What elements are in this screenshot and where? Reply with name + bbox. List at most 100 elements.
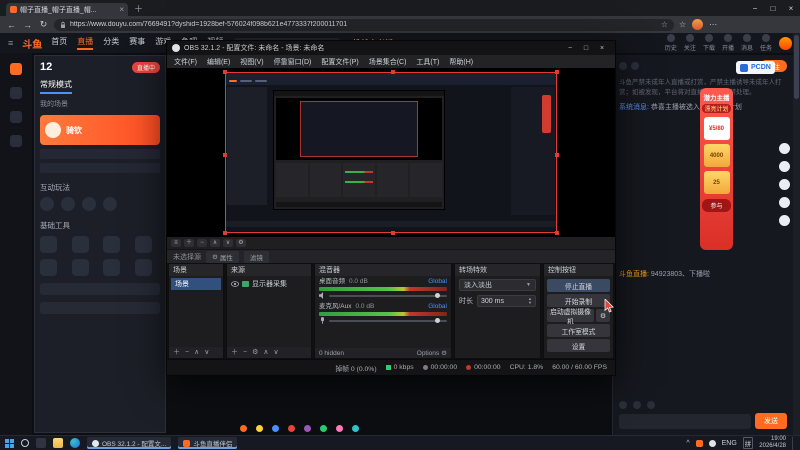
menu-docks[interactable]: 停靠窗口(D) [274,57,312,67]
float-icon[interactable] [779,161,790,172]
browser-menu-icon[interactable]: ⋯ [709,20,717,29]
banner-action-button[interactable]: 参与 [702,199,731,212]
browser-tab[interactable]: 帽子直播_帽子直播_帽... × [6,3,128,16]
menu-profile[interactable]: 配置文件(P) [321,57,358,67]
taskbar-douyu-button[interactable]: 斗鱼直播伴侣 [178,437,238,449]
task-button[interactable]: 任务 [760,34,772,52]
nav-live[interactable]: 直播 [77,36,94,50]
menu-view[interactable]: 视图(V) [240,57,263,67]
mixer-dock-title[interactable]: 混音器 [315,264,451,276]
rail-icon[interactable] [10,87,22,99]
tool-icon[interactable] [103,236,120,253]
tray-douyu-icon[interactable] [695,439,703,447]
send-button[interactable]: 发送 [755,413,787,429]
settings-button[interactable]: 设置 [547,339,610,352]
rail-icon[interactable] [10,111,22,123]
menu-file[interactable]: 文件(F) [174,57,197,67]
tray-obs-icon[interactable] [708,439,716,447]
list-item[interactable] [40,163,160,173]
selection-handle[interactable] [391,231,395,235]
bookmark-star-icon[interactable]: ☆ [661,20,668,29]
scene-down-icon[interactable]: ∨ [204,349,209,356]
float-icon[interactable] [779,143,790,154]
obs-preview-area[interactable] [167,68,615,237]
list-item[interactable] [40,149,160,159]
nav-home[interactable]: 首页 [51,36,67,50]
start-virtual-camera-button[interactable]: 启动虚拟摄像机 [547,309,594,326]
taskbar-clock[interactable]: 19:00 2026/4/28 [759,436,786,450]
remove-scene-icon[interactable]: − [185,349,189,356]
tab-normal-mode[interactable]: 常规模式 [40,79,72,94]
gift-icon[interactable] [320,425,327,432]
tray-expand-icon[interactable]: ^ [686,440,689,447]
file-explorer-icon[interactable] [53,438,63,448]
scene-item[interactable]: 场景 [171,278,221,290]
source-filters-button[interactable]: 滤镜 [243,250,269,263]
page-scrollbar[interactable] [793,33,800,435]
scrollbar-thumb[interactable] [794,35,799,99]
menu-tools[interactable]: 工具(T) [416,57,439,67]
gift-icon[interactable] [304,425,311,432]
menu-help[interactable]: 帮助(H) [449,57,473,67]
rail-live-icon[interactable] [10,63,22,75]
menu-scene-collection[interactable]: 场景集合(C) [369,57,407,67]
controls-dock-title[interactable]: 控制按钮 [544,264,613,276]
selection-handle[interactable] [555,70,559,74]
tool-icon[interactable] [134,259,152,276]
chat-tab-icon[interactable] [619,62,627,70]
mixer-options-button[interactable]: Options ⚙ [417,349,447,358]
studio-mode-button[interactable]: 工作室模式 [547,324,610,337]
douyu-logo[interactable]: 斗鱼 [22,36,42,51]
gift-icon[interactable] [288,425,295,432]
pcdn-badge[interactable]: PCDN [736,61,775,74]
browser-minimize-button[interactable]: − [746,0,764,16]
toolbar-icon[interactable]: ∧ [210,239,220,247]
interactive-icon[interactable] [103,197,117,211]
tab-close-icon[interactable]: × [119,5,124,14]
user-avatar[interactable] [779,36,792,50]
selection-handle[interactable] [555,152,559,157]
browser-maximize-button[interactable]: □ [764,0,782,16]
back-icon[interactable]: ← [6,20,17,30]
source-up-icon[interactable]: ∧ [263,349,268,356]
sources-dock-title[interactable]: 来源 [227,264,311,276]
start-button[interactable] [5,438,14,448]
stop-streaming-button[interactable]: 停止直播 [547,279,610,292]
tool-icon[interactable] [134,236,152,253]
remove-source-icon[interactable]: − [243,349,247,356]
settings-tool-icon[interactable] [647,401,655,409]
browser-close-button[interactable]: × [782,0,800,16]
forward-icon[interactable]: → [22,20,33,30]
show-desktop-button[interactable] [792,436,795,450]
new-tab-button[interactable]: ＋ [134,2,143,15]
mic-audio-slider[interactable] [319,317,447,325]
toolbar-icon[interactable]: ⚙ [236,239,246,247]
transitions-dock-title[interactable]: 转场特效 [455,264,540,276]
menu-edit[interactable]: 编辑(E) [207,57,230,67]
float-icon[interactable] [779,179,790,190]
language-indicator[interactable]: ENG [722,440,737,447]
gift-icon[interactable] [352,425,359,432]
float-icon[interactable] [779,215,790,226]
selection-handle[interactable] [223,70,227,74]
volume-knob[interactable] [434,317,440,323]
mic-icon[interactable] [319,317,326,324]
obs-minimize-button[interactable]: − [562,45,578,52]
gift-icon[interactable] [336,425,343,432]
gift-icon[interactable] [256,425,263,432]
selection-handle[interactable] [391,70,395,74]
selection-handle[interactable] [223,231,227,235]
promo-activity-banner[interactable]: 潜力主播 漂亮计划 ¥5/80 4000 25 参与 [700,88,733,250]
source-down-icon[interactable]: ∨ [274,349,279,356]
broadcast-button[interactable]: 开播 [722,34,734,52]
follow-button[interactable]: 关注 [684,34,696,52]
companion-button[interactable] [40,283,160,295]
volume-knob[interactable] [434,292,440,298]
add-source-icon[interactable]: ＋ [231,349,238,356]
chat-input[interactable] [619,413,751,429]
extensions-icon[interactable]: ☆ [679,20,686,29]
scene-up-icon[interactable]: ∧ [194,349,199,356]
selection-handle[interactable] [555,231,559,235]
source-properties-button[interactable]: ⚙ 属性 [206,250,239,263]
tool-icon[interactable] [71,236,89,253]
